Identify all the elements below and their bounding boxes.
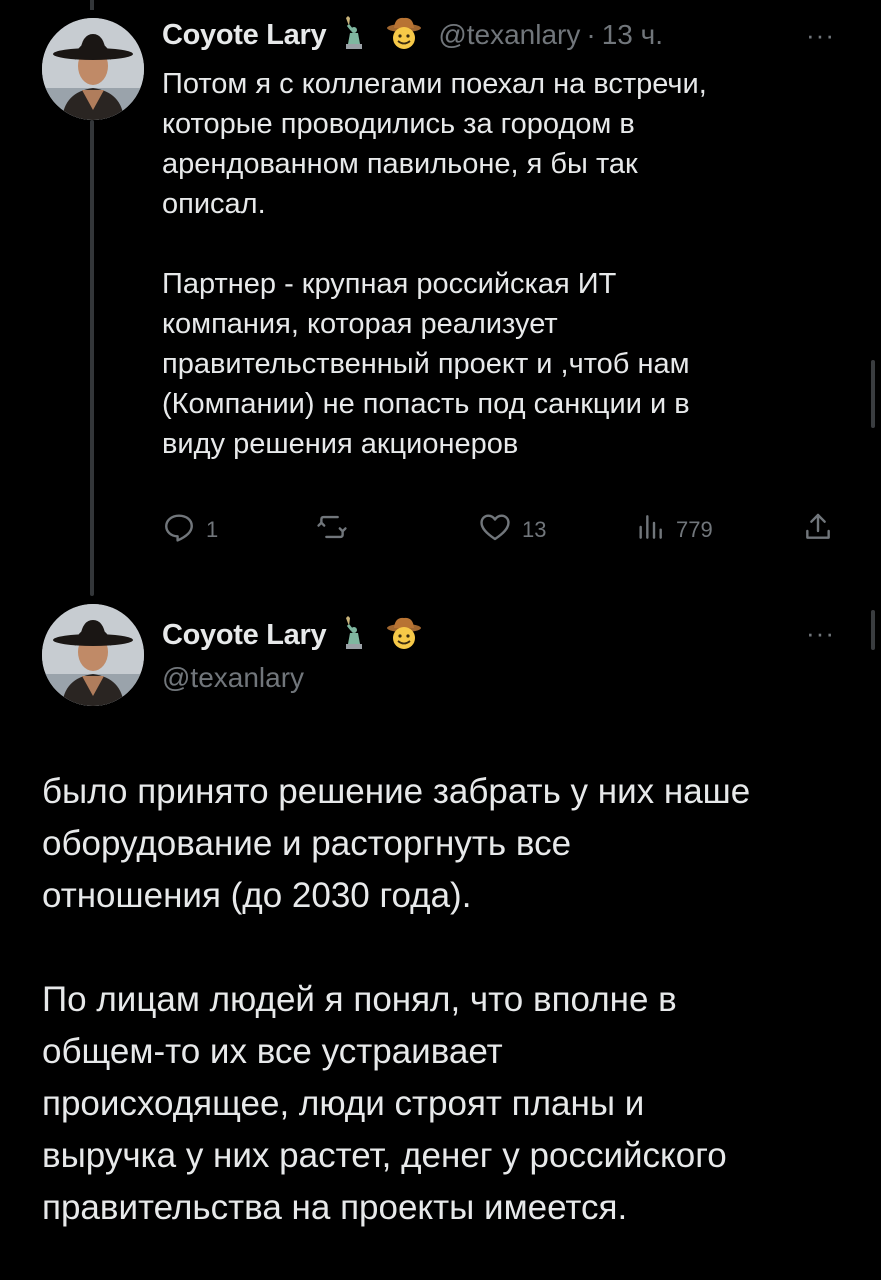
views-button[interactable]: 779	[634, 510, 713, 550]
avatar[interactable]	[42, 604, 144, 706]
reply-icon	[162, 510, 206, 550]
display-name[interactable]: Coyote Lary	[162, 619, 327, 652]
cowboy-emoji-icon	[386, 16, 422, 55]
statue-of-liberty-icon	[342, 15, 368, 55]
timestamp[interactable]: 13 ч.	[602, 19, 663, 51]
cowboy-emoji-icon	[386, 616, 422, 655]
handle[interactable]: @texanlary	[162, 662, 304, 694]
tweet-header: Coyote Lary @texanlary · 13 ч.	[162, 14, 663, 56]
retweet-button[interactable]	[314, 510, 360, 550]
more-options-icon[interactable]: ···	[806, 618, 835, 649]
scrollbar[interactable]	[871, 610, 875, 650]
views-icon	[634, 510, 676, 550]
views-count: 779	[676, 517, 713, 542]
tweet-text: было принято решение забрать у них наше …	[42, 772, 751, 1227]
avatar[interactable]	[42, 18, 144, 120]
statue-of-liberty-icon	[342, 615, 368, 655]
like-count: 13	[522, 517, 547, 542]
more-options-icon[interactable]: ···	[806, 20, 835, 51]
like-button[interactable]: 13	[478, 510, 546, 550]
like-icon	[478, 510, 522, 550]
retweet-icon	[314, 510, 360, 550]
share-icon	[802, 510, 844, 550]
thread-line-top	[90, 0, 94, 10]
tweet-actions: 1 13 779	[162, 510, 842, 554]
reply-count: 1	[206, 517, 219, 542]
display-name[interactable]: Coyote Lary	[162, 19, 327, 52]
tweet-header: Coyote Lary	[162, 614, 422, 656]
tweet-text: Потом я с коллегами поехал на встречи, к…	[162, 68, 707, 460]
share-button[interactable]	[802, 510, 844, 550]
scrollbar[interactable]	[871, 360, 875, 428]
handle[interactable]: @texanlary	[438, 19, 580, 51]
separator: ·	[586, 19, 596, 50]
thread-line	[90, 120, 94, 596]
reply-button[interactable]: 1	[162, 510, 218, 550]
